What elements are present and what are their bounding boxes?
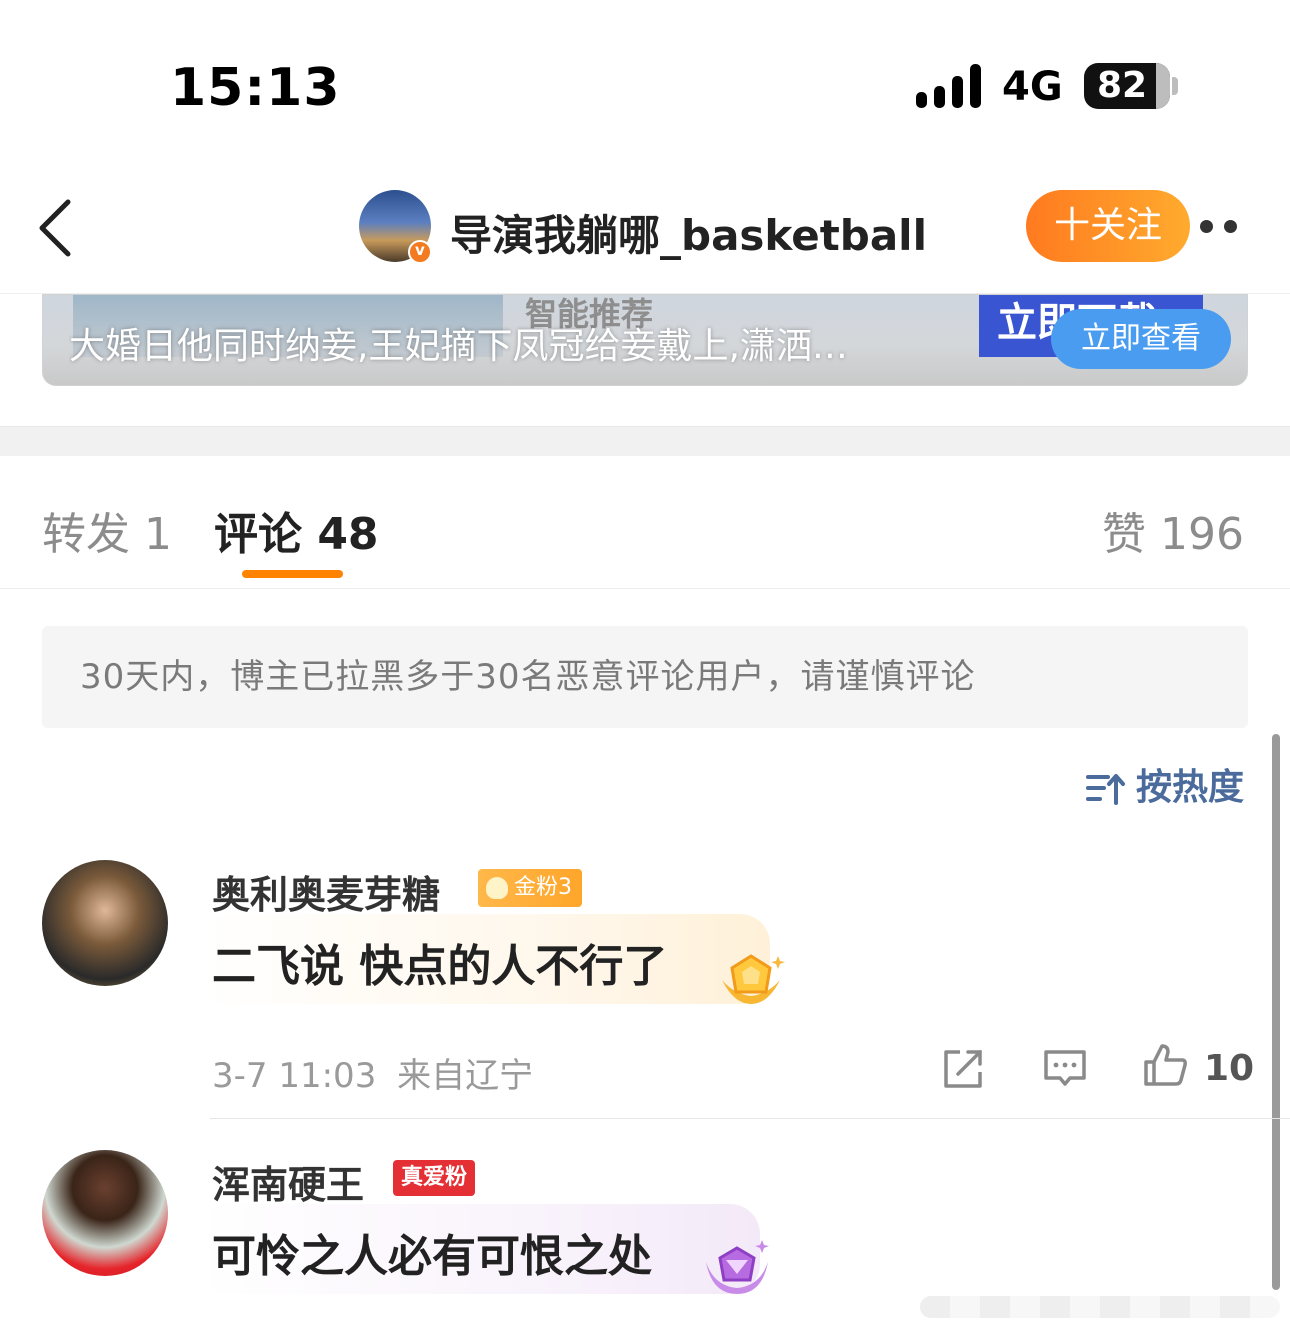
network-type: 4G [1002, 64, 1063, 110]
chevron-left-icon[interactable] [34, 196, 78, 260]
home-indicator [920, 1296, 1280, 1318]
comment-author[interactable]: 浑南硬王 [212, 1154, 364, 1209]
comment-text: 可怜之人必有可恨之处 [212, 1231, 652, 1282]
ad-view-button[interactable]: 立即查看 [1051, 309, 1231, 369]
fan-badge[interactable]: 金粉3 [478, 869, 582, 907]
avatar[interactable] [42, 1150, 168, 1276]
comment-divider [210, 1118, 1290, 1119]
author-name[interactable]: 导演我躺哪_basketball [450, 202, 927, 263]
share-icon[interactable] [940, 1046, 986, 1092]
battery-icon: 82 [1084, 63, 1170, 109]
comment-location: 来自辽宁 [397, 1056, 534, 1096]
purple-medal-icon [706, 1240, 769, 1294]
post-header: 导演我躺哪_basketball 十关注 [0, 160, 1290, 294]
like-icon[interactable] [1142, 1042, 1188, 1088]
comment-author[interactable]: 奥利奥麦芽糖 [212, 864, 440, 919]
battery-percent: 82 [1096, 65, 1148, 106]
battery-tip [1172, 77, 1178, 95]
like-count: 10 [1204, 1048, 1255, 1089]
verified-icon [408, 240, 432, 264]
gold-medal-icon [722, 954, 785, 1004]
comment-icon[interactable] [1042, 1046, 1088, 1092]
cellular-signal-icon [916, 64, 982, 108]
comment-time: 3-7 11:03 [212, 1056, 377, 1096]
sort-icon [1086, 774, 1125, 805]
tab-repost[interactable]: 转发 1 [42, 498, 172, 562]
comment-meta: 3-7 11:03 来自辽宁 [212, 1048, 533, 1097]
avatar[interactable] [42, 860, 168, 986]
active-tab-indicator [242, 570, 343, 578]
more-dots-icon[interactable] [1190, 220, 1250, 234]
comment-text: 二飞说 快点的人不行了 [212, 941, 668, 992]
tab-likes[interactable]: 赞 196 [1102, 498, 1244, 562]
comment-notice: 30天内，博主已拉黑多于30名恶意评论用户，请谨慎评论 [42, 626, 1248, 728]
section-divider [0, 426, 1290, 456]
comment-item: 奥利奥麦芽糖 金粉3 二飞说 快点的人不行了 3-7 11:03 来自辽宁 10 [0, 860, 1290, 1120]
interaction-tabs: 转发 1 评论 48 赞 196 [0, 456, 1290, 589]
ad-banner[interactable]: 智能推荐 立即下载 大婚日他同时纳妾,王妃摘下凤冠给妾戴上,潇洒… 立即查看 [42, 294, 1248, 386]
ad-text: 大婚日他同时纳妾,王妃摘下凤冠给妾戴上,潇洒… [69, 326, 848, 367]
fan-badge[interactable]: 真爱粉 [393, 1160, 476, 1196]
sort-button[interactable]: 按热度 [1086, 758, 1244, 808]
follow-button[interactable]: 十关注 [1026, 190, 1190, 262]
status-bar: 15:13 4G 82 [0, 0, 1290, 160]
status-time: 15:13 [170, 58, 341, 118]
comment-item: 浑南硬王 真爱粉 可怜之人必有可恨之处 [0, 1150, 1290, 1300]
sort-label: 按热度 [1136, 767, 1245, 808]
tab-comments[interactable]: 评论 48 [214, 498, 379, 562]
